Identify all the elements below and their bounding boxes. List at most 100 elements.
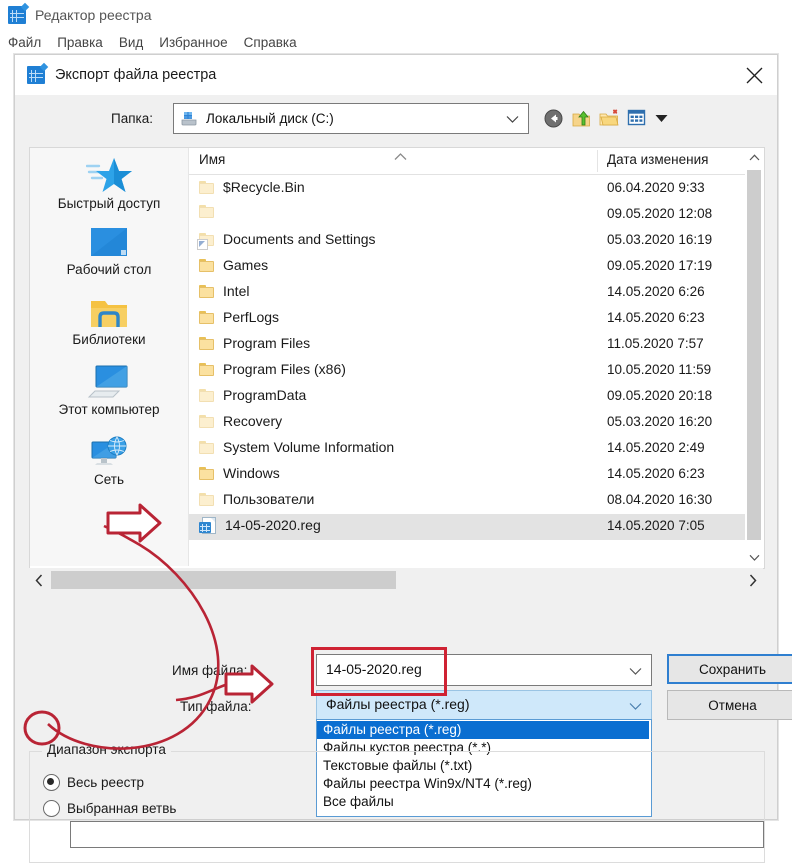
folder-combobox[interactable]: Локальный диск (C:) — [173, 103, 529, 134]
sidebar-item-label: Библиотеки — [72, 332, 146, 347]
horizontal-scrollbar[interactable] — [29, 568, 763, 592]
filetype-combobox[interactable]: Файлы реестра (*.reg) — [316, 690, 652, 721]
table-row[interactable]: Пользователи 08.04.2020 16:30 — [189, 488, 763, 514]
radio-button-indicator[interactable] — [43, 800, 60, 817]
menu-item-view[interactable]: Вид — [119, 35, 143, 50]
table-row[interactable]: Games 09.05.2020 17:19 — [189, 254, 763, 280]
vertical-scrollbar[interactable] — [745, 148, 763, 566]
up-folder-icon[interactable] — [571, 108, 592, 129]
scroll-up-button[interactable] — [745, 148, 763, 166]
file-name-cell: Program Files — [199, 335, 310, 351]
file-name-label: $Recycle.Bin — [223, 179, 305, 195]
table-row[interactable]: System Volume Information 14.05.2020 2:49 — [189, 436, 763, 462]
file-name-cell — [199, 205, 223, 218]
network-icon — [30, 430, 188, 470]
views-dropdown-icon[interactable] — [655, 108, 668, 129]
table-row[interactable]: 09.05.2020 12:08 — [189, 202, 763, 228]
file-listview: Имя Дата изменения $Recycle.Bin 06.04.202… — [189, 148, 763, 566]
desktop-icon — [30, 220, 188, 260]
file-name-cell: ProgramData — [199, 387, 306, 403]
radio-selected-branch[interactable]: Выбранная ветвь — [43, 800, 176, 817]
table-row[interactable]: 14-05-2020.reg 14.05.2020 7:05 — [189, 514, 763, 540]
file-name-label: Program Files (x86) — [223, 361, 346, 377]
filetype-option[interactable]: Файлы реестра (*.reg) — [317, 721, 649, 739]
table-row[interactable]: ProgramData 09.05.2020 20:18 — [189, 384, 763, 410]
sidebar-item-libraries[interactable]: Библиотеки — [30, 290, 188, 347]
sidebar-item-this-pc[interactable]: Этот компьютер — [30, 360, 188, 417]
folder-icon — [199, 414, 214, 428]
column-headers: Имя Дата изменения — [189, 148, 763, 175]
file-name-cell: PerfLogs — [199, 309, 279, 325]
quick-access-star-icon — [30, 154, 188, 194]
views-icon[interactable] — [627, 108, 648, 129]
column-header-name[interactable]: Имя — [199, 152, 225, 167]
file-date-cell: 14.05.2020 6:23 — [607, 310, 705, 325]
table-row[interactable]: Recovery 05.03.2020 16:20 — [189, 410, 763, 436]
table-row[interactable]: Program Files 11.05.2020 7:57 — [189, 332, 763, 358]
vertical-scrollbar-thumb[interactable] — [747, 170, 761, 540]
sidebar-item-desktop[interactable]: Рабочий стол — [30, 220, 188, 277]
this-pc-icon — [30, 360, 188, 400]
close-icon — [746, 67, 762, 83]
folder-icon — [199, 440, 214, 454]
file-date-cell: 14.05.2020 7:05 — [607, 518, 705, 533]
sidebar-item-network[interactable]: Сеть — [30, 430, 188, 487]
table-row[interactable]: Windows 14.05.2020 6:23 — [189, 462, 763, 488]
dialog-title: Экспорт файла реестра — [55, 67, 217, 83]
dialog-toolbar — [543, 105, 668, 131]
save-button-label: Сохранить — [698, 661, 767, 677]
radio-label: Выбранная ветвь — [67, 801, 177, 816]
filename-input[interactable]: 14-05-2020.reg — [316, 654, 652, 686]
scroll-down-button[interactable] — [745, 548, 763, 566]
column-header-date[interactable]: Дата изменения — [607, 152, 708, 167]
file-name-label: PerfLogs — [223, 309, 280, 325]
table-row[interactable]: $Recycle.Bin 06.04.2020 9:33 — [189, 176, 763, 202]
file-name-label: Windows — [223, 465, 280, 481]
chevron-down-icon[interactable] — [506, 112, 519, 127]
menu-item-help[interactable]: Справка — [244, 35, 297, 50]
file-date-cell: 09.05.2020 20:18 — [607, 388, 713, 403]
scroll-left-button[interactable] — [29, 568, 49, 592]
chevron-down-icon[interactable] — [629, 664, 642, 679]
file-date-cell: 06.04.2020 9:33 — [607, 180, 705, 195]
new-folder-icon[interactable] — [599, 108, 620, 129]
radio-label: Весь реестр — [67, 775, 145, 790]
reg-file-icon — [199, 517, 216, 534]
file-name-cell: System Volume Information — [199, 439, 394, 455]
file-date-cell: 05.03.2020 16:19 — [607, 232, 713, 247]
menu-item-file[interactable]: Файл — [8, 35, 41, 50]
radio-button-indicator[interactable] — [43, 774, 60, 791]
registry-editor-icon — [27, 66, 45, 84]
menu-item-edit[interactable]: Правка — [57, 35, 103, 50]
table-row[interactable]: Intel 14.05.2020 6:26 — [189, 280, 763, 306]
file-date-cell: 08.04.2020 16:30 — [607, 492, 713, 507]
back-icon[interactable] — [543, 108, 564, 129]
filename-value: 14-05-2020.reg — [326, 661, 422, 677]
table-row[interactable]: PerfLogs 14.05.2020 6:23 — [189, 306, 763, 332]
table-row[interactable]: Documents and Settings 05.03.2020 16:19 — [189, 228, 763, 254]
save-button[interactable]: Сохранить — [667, 654, 792, 684]
horizontal-scrollbar-thumb[interactable] — [51, 571, 396, 589]
folder-icon — [199, 258, 214, 272]
radio-all-registry[interactable]: Весь реестр — [43, 774, 144, 791]
filename-label: Имя файла: — [172, 663, 248, 678]
hard-drive-icon — [180, 111, 198, 127]
app-menubar[interactable]: Файл Правка Вид Избранное Справка — [0, 30, 792, 54]
close-button[interactable] — [731, 55, 777, 95]
scroll-right-button[interactable] — [743, 568, 763, 592]
file-name-label: ProgramData — [223, 387, 307, 403]
folder-icon — [199, 180, 214, 194]
table-row[interactable]: Program Files (x86) 10.05.2020 11:59 — [189, 358, 763, 384]
sidebar-item-label: Сеть — [93, 472, 125, 487]
sidebar-item-quick-access[interactable]: Быстрый доступ — [30, 154, 188, 211]
file-name-cell: 14-05-2020.reg — [199, 517, 321, 534]
file-name-label: Recovery — [223, 413, 283, 429]
menu-item-favorites[interactable]: Избранное — [159, 35, 227, 50]
file-name-label: 14-05-2020.reg — [225, 517, 321, 533]
cancel-button[interactable]: Отмена — [667, 690, 792, 720]
file-name-label: Documents and Settings — [223, 231, 376, 247]
chevron-down-icon[interactable] — [629, 699, 642, 714]
file-date-cell: 11.05.2020 7:57 — [607, 336, 704, 351]
export-registry-file-dialog: Экспорт файла реестра Папка: Локальный д… — [14, 54, 792, 863]
branch-path-input[interactable] — [70, 821, 764, 848]
